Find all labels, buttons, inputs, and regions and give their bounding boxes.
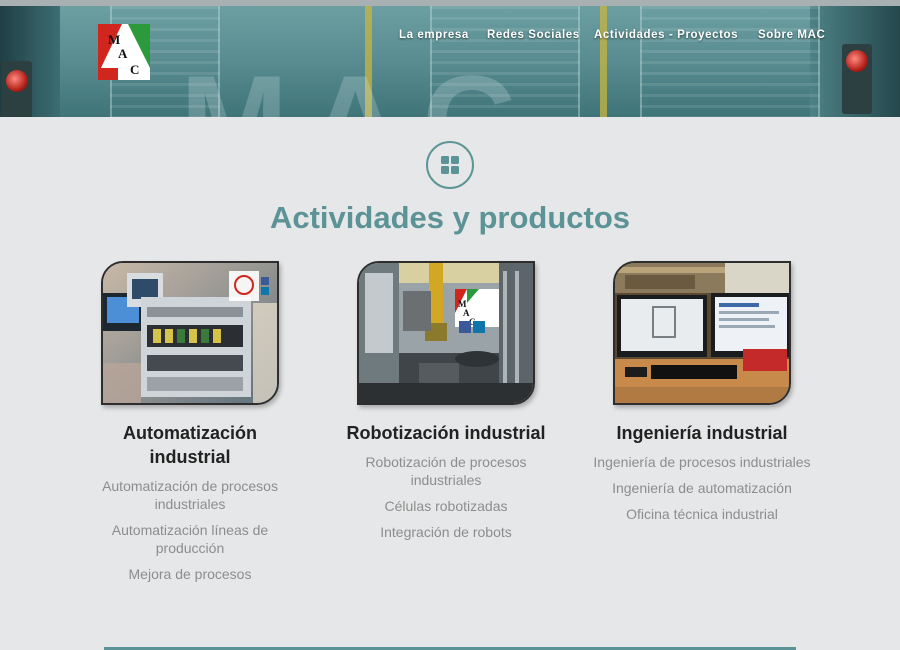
grid-icon [441,156,459,174]
list-item[interactable]: Ingeniería de automatización [592,479,812,497]
card-list: Ingeniería de procesos industriales Inge… [592,453,812,523]
card-automatizacion: Automatización industrial Automatización… [80,261,300,591]
banner-rack [640,6,820,117]
card-robotizacion: M A C Robotización industrial Robotizaci… [336,261,556,549]
list-item[interactable]: Mejora de procesos [80,565,300,583]
banner-watermark: MAC [180,46,536,117]
card-ingenieria: Ingeniería industrial Ingeniería de proc… [592,261,812,531]
logo-letter-c: C [130,62,139,77]
card-list: Automatización de procesos industriales … [80,477,300,583]
nav-actividades-proyectos[interactable]: Actividades - Proyectos [594,29,738,41]
control-panel-photo-icon [103,263,277,403]
card-list: Robotización de procesos industriales Cé… [336,453,556,541]
warning-lamp-icon [6,70,28,92]
section-title: Actividades y productos [269,200,631,235]
card-image-ingenieria[interactable] [613,261,791,405]
warning-lamp-icon [846,50,868,72]
card-title: Automatización industrial [122,423,257,467]
main-nav: La empresa Redes Sociales Actividades - … [0,29,900,49]
card-image-automatizacion[interactable] [101,261,279,405]
list-item[interactable]: Células robotizadas [336,497,556,515]
header-banner: MAC M A C La empresa Redes Sociales Acti… [0,6,900,117]
card-title: Robotización industrial [346,423,546,443]
section-icon-circle [426,141,474,189]
list-item[interactable]: Oficina técnica industrial [592,505,812,523]
engineering-workstation-photo-icon [615,263,789,403]
list-item[interactable]: Integración de robots [336,523,556,541]
nav-sobre-mac[interactable]: Sobre MAC [758,29,825,41]
list-item[interactable]: Automatización líneas de producción [80,521,300,557]
card-image-robotizacion[interactable]: M A C [357,261,535,405]
list-item[interactable]: Robotización de procesos industriales [336,453,556,489]
card-title: Ingeniería industrial [616,423,788,443]
nav-redes-sociales[interactable]: Redes Sociales [487,29,580,41]
list-item[interactable]: Ingeniería de procesos industriales [592,453,812,471]
robot-cell-photo-icon: M A C [359,263,533,403]
list-item[interactable]: Automatización de procesos industriales [80,477,300,513]
nav-la-empresa[interactable]: La empresa [399,29,469,41]
